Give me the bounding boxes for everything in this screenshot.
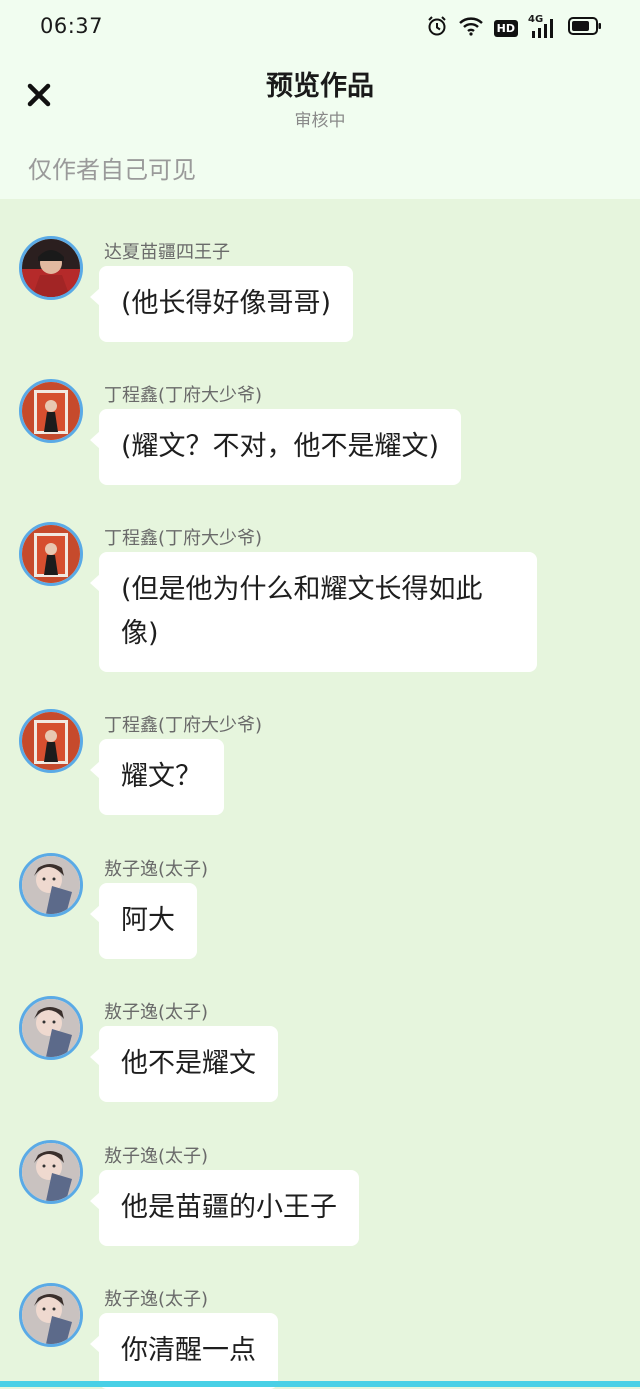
avatar[interactable] <box>19 709 83 773</box>
status-icons: HD 4G <box>426 14 602 42</box>
avatar[interactable] <box>19 236 83 300</box>
sender-name: 敖子逸(太子) <box>104 1146 209 1167</box>
wifi-icon <box>458 16 484 40</box>
sender-name: 敖子逸(太子) <box>104 1289 209 1310</box>
avatar[interactable] <box>19 1140 83 1204</box>
message-bubble: 他是苗疆的小王子 <box>90 1170 359 1246</box>
hd-badge: HD <box>493 19 518 37</box>
prince-avatar-icon <box>22 999 80 1057</box>
prince-avatar-icon <box>22 1143 80 1201</box>
alarm-icon <box>426 15 448 41</box>
review-status: 审核中 <box>294 111 346 131</box>
red-robe-avatar-icon <box>22 525 80 583</box>
message-bubble: 你清醒一点 <box>90 1313 278 1389</box>
prince-avatar-icon <box>22 856 80 914</box>
sender-name: 达夏苗疆四王子 <box>104 242 230 263</box>
avatar[interactable] <box>19 379 83 443</box>
header-area: 06:37 HD 4G 预览作品 审核中 仅作者自己可见 <box>0 0 640 199</box>
status-bar: 06:37 HD 4G <box>0 0 640 56</box>
avatar[interactable] <box>19 853 83 917</box>
sender-name: 丁程鑫(丁府大少爷) <box>104 385 263 406</box>
avatar[interactable] <box>19 996 83 1060</box>
status-time: 06:37 <box>40 14 104 38</box>
message-bubble: 阿大 <box>90 883 197 959</box>
red-robe-avatar-icon <box>22 382 80 440</box>
avatar[interactable] <box>19 522 83 586</box>
signal-icon: 4G <box>528 14 558 40</box>
warrior-avatar-icon <box>22 239 80 297</box>
prince-avatar-icon <box>22 1286 80 1344</box>
red-robe-avatar-icon <box>22 712 80 770</box>
sender-name: 敖子逸(太子) <box>104 859 209 880</box>
message-bubble: 他不是耀文 <box>90 1026 278 1102</box>
message-bubble: (但是他为什么和耀文长得如此像) <box>90 552 537 672</box>
sender-name: 丁程鑫(丁府大少爷) <box>104 715 263 736</box>
sender-name: 丁程鑫(丁府大少爷) <box>104 528 263 549</box>
visibility-note: 仅作者自己可见 <box>28 156 196 184</box>
page-title: 预览作品 <box>266 71 374 102</box>
sender-name: 敖子逸(太子) <box>104 1002 209 1023</box>
bottom-accent-bar <box>0 1381 640 1387</box>
message-bubble: 耀文？ <box>90 739 224 815</box>
battery-icon <box>568 17 602 39</box>
avatar[interactable] <box>19 1283 83 1347</box>
message-bubble: (耀文？不对，他不是耀文) <box>89 409 462 485</box>
message-bubble: (他长得好像哥哥) <box>89 266 354 342</box>
